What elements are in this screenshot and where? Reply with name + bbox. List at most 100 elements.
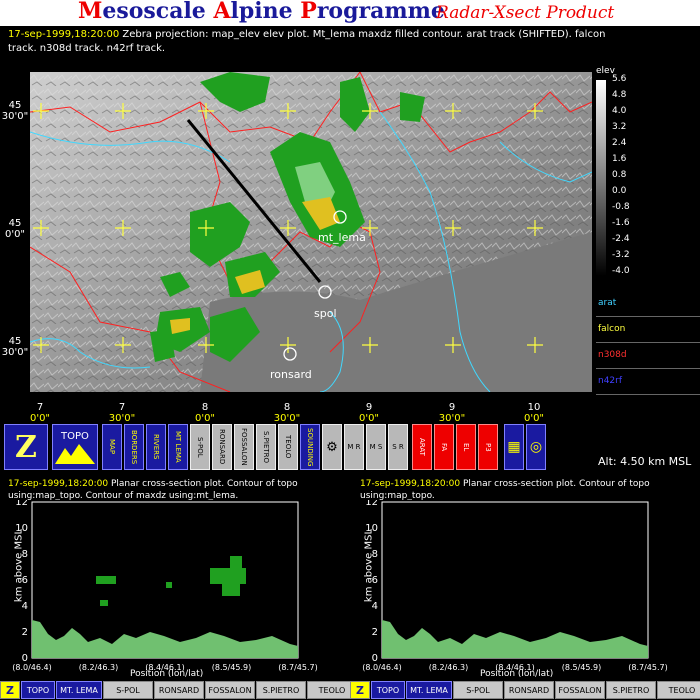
legend-tick: 4.8 (612, 90, 627, 100)
fossalon-toggle-button[interactable]: FOSSALON (234, 424, 254, 470)
x-tick-label: (8.2/46.3) (429, 663, 468, 672)
bottom-bar-button[interactable]: MT. LEMA (406, 681, 452, 699)
mountain-icon (55, 443, 95, 464)
bottom-bar-button[interactable]: S.PIETRO (606, 681, 656, 699)
bottom-bar-button[interactable]: S.PIETRO (256, 681, 306, 699)
product-subtitle: Radar-Xsect Product (436, 3, 615, 23)
arat-aircraft-button[interactable]: ARAT (412, 424, 432, 470)
bottom-bar-button[interactable]: FOSSALON (205, 681, 255, 699)
right-bottom-bar: Z TOPO MT. LEMA S-POL RONSARD FOSSALON S.PIETR… (350, 681, 700, 699)
title-rest-3: rogramme (316, 0, 445, 24)
title-cap-3: P (300, 0, 317, 24)
falcon-aircraft-button[interactable]: FA (434, 424, 454, 470)
y-tick-label: 12 (365, 500, 378, 508)
lat-label: 45 30'0" (1, 336, 29, 358)
y-tick-label: 2 (372, 627, 378, 638)
bottom-bar-button[interactable]: Z (350, 681, 370, 699)
mt-lema-toggle-button[interactable]: MT LEMA (168, 424, 188, 470)
legend-tick: 2.4 (612, 138, 627, 148)
teolo-toggle-button[interactable]: TEOLO (278, 424, 298, 470)
lat-label: 45 0'0" (4, 218, 26, 240)
lat-label: 45 30'0" (1, 100, 29, 122)
x-tick-label: (8.7/45.7) (278, 663, 317, 672)
rivers-toggle-button[interactable]: RIVERS (146, 424, 166, 470)
topo-label: TOPO (61, 430, 89, 442)
left-panel-caption: 17-sep-1999,18:20:00 Planar cross-sectio… (8, 479, 298, 501)
map-toggle-button[interactable]: MAP (102, 424, 122, 470)
bottom-bar-button[interactable]: RONSARD (504, 681, 554, 699)
ms-circle-button[interactable]: M S (366, 424, 386, 470)
bottom-bar-button[interactable]: MT. LEMA (56, 681, 102, 699)
lon-label: 7 30'0" (108, 402, 136, 424)
target-icon[interactable]: ◎ (526, 424, 546, 470)
lon-label: 8 0'0" (194, 402, 216, 424)
legend-tick: -0.8 (612, 202, 630, 212)
x-tick-label: (8.5/45.9) (562, 663, 601, 672)
x-tick-label: (8.5/45.9) (212, 663, 251, 672)
spol-toggle-button[interactable]: S-POL (190, 424, 210, 470)
track-item-arat[interactable]: arat (596, 292, 700, 317)
altitude-readout: Alt: 4.50 km MSL (598, 455, 692, 468)
left-ylabel: km above MSL (13, 528, 25, 603)
caption-line2: track. n308d track. n42rf track. (8, 43, 166, 54)
title-cap-2: A (213, 0, 231, 24)
right-xsect-plot[interactable]: 024681012 (8.0/46.4) (8.2/46.3) (8.4/46.1)… (350, 500, 700, 678)
track-item-n308d[interactable]: n308d (596, 344, 700, 369)
title-rest-1: esoscale (102, 0, 214, 24)
mt-lema-label: mt_lema (318, 231, 366, 244)
borders-toggle-button[interactable]: BORDERS (124, 424, 144, 470)
topo-button[interactable]: TOPO (52, 424, 98, 470)
bottom-bar-button[interactable]: TEOLO (657, 681, 700, 699)
x-tick-label: (8.0/46.4) (12, 663, 51, 672)
right-ylabel: km above MSL (363, 528, 375, 603)
bottom-bar-button[interactable]: TOPO (21, 681, 55, 699)
caption-timestamp: 17-sep-1999,18:20:00 (8, 29, 120, 40)
track-item-falcon[interactable]: falcon (596, 318, 700, 343)
zebra-logo-button[interactable]: Z (4, 424, 48, 470)
y-tick-label: 2 (22, 627, 28, 638)
lon-label: 10 0'0" (523, 402, 545, 424)
legend-ticks: 5.6 4.8 4.0 3.2 2.4 1.6 0.8 0.0 -0.8 -1.6 -2.4 -3.2… (596, 74, 696, 284)
legend-tick: -2.4 (612, 234, 630, 244)
left-xlabel: Position (lon/lat) (130, 669, 204, 679)
legend-tick: -4.0 (612, 266, 630, 276)
bottom-bar-button[interactable]: RONSARD (154, 681, 204, 699)
bottom-bar-button[interactable]: S-POL (103, 681, 153, 699)
mr-circle-button[interactable]: M R (344, 424, 364, 470)
sr-circle-button[interactable]: S R (388, 424, 408, 470)
left-bottom-bar: Z TOPO MT. LEMA S-POL RONSARD FOSSALON S.PIETR… (0, 681, 357, 699)
electra-aircraft-button[interactable]: EL (456, 424, 476, 470)
left-xsect-plot[interactable]: 024681012 (8.0/46.4) (8.2/46.3) (8.4/46.1)… (0, 500, 350, 678)
track-item-n42rf[interactable]: n42rf (596, 370, 700, 395)
legend-tick: 0.0 (612, 186, 627, 196)
ronsard-toggle-button[interactable]: RONSARD (212, 424, 232, 470)
title-rest-2: lpine (230, 0, 301, 24)
legend-tick: 5.6 (612, 74, 627, 84)
x-tick-label: (8.7/45.7) (628, 663, 667, 672)
right-xlabel: Position (lon/lat) (480, 669, 554, 679)
x-tick-label: (8.0/46.4) (362, 663, 401, 672)
legend-tick: -1.6 (612, 218, 630, 228)
lon-label: 9 30'0" (438, 402, 466, 424)
app-title: Mesoscale Alpine Programme (78, 0, 445, 24)
legend-tick: 4.0 (612, 106, 627, 116)
legend-tick: 3.2 (612, 122, 627, 132)
ronsard-label: ronsard (270, 368, 312, 381)
bottom-bar-button[interactable]: Z (0, 681, 20, 699)
grid-icon[interactable]: ▦ (504, 424, 524, 470)
spietro-toggle-button[interactable]: S.PIETRO (256, 424, 276, 470)
spol-label: spol (314, 307, 337, 320)
lon-label: 9 0'0" (358, 402, 380, 424)
radar-map[interactable] (30, 72, 592, 392)
x-tick-label: (8.2/46.3) (79, 663, 118, 672)
right-panel-caption: 17-sep-1999,18:20:00 Planar cross-sectio… (360, 479, 650, 501)
bottom-bar-button[interactable]: FOSSALON (555, 681, 605, 699)
legend-tick: 0.8 (612, 170, 627, 180)
bottom-bar-button[interactable]: TOPO (371, 681, 405, 699)
settings-gear-button[interactable]: ⚙ (322, 424, 342, 470)
sounding-toggle-button[interactable]: SOUNDING (300, 424, 320, 470)
y-tick-label: 12 (15, 500, 28, 508)
p3-aircraft-button[interactable]: P3 (478, 424, 498, 470)
bottom-bar-button[interactable]: S-POL (453, 681, 503, 699)
lon-label: 7 0'0" (29, 402, 51, 424)
